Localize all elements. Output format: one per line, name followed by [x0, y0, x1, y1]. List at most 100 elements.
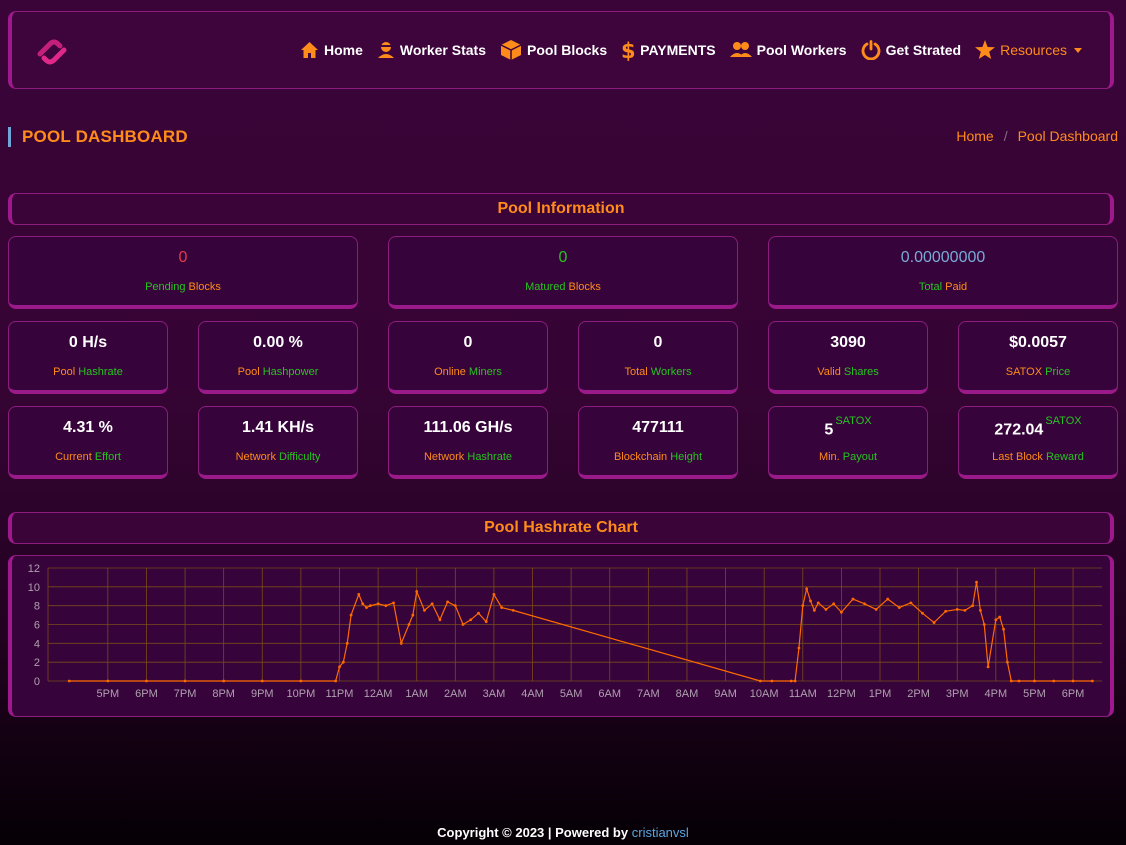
data-point — [392, 601, 395, 605]
nav-worker-stats[interactable]: Worker Stats — [377, 41, 486, 59]
data-point — [955, 608, 959, 611]
currency-unit: SATOX — [1045, 415, 1082, 427]
data-point — [793, 679, 797, 683]
x-tick-label: 5AM — [560, 688, 583, 700]
card-label: Matured Blocks — [525, 281, 601, 293]
data-point — [832, 602, 836, 606]
data-point — [944, 609, 948, 613]
data-point — [1009, 679, 1013, 683]
hashrate-chart-container: 0 2 4 6 8 10 12 5PM 6PM 7PM 8PM 9PM 10PM 11PM 12AM 1AM 2… — [8, 555, 1114, 717]
x-tick-label: 12AM — [364, 688, 393, 700]
svg-text:$: $ — [621, 39, 635, 61]
card-value: 0 — [463, 334, 473, 351]
data-point — [299, 679, 303, 683]
data-point — [824, 608, 828, 611]
y-tick-label: 8 — [34, 601, 40, 613]
card-value: 477111 — [632, 419, 684, 436]
data-point — [812, 608, 816, 612]
data-point — [963, 608, 967, 612]
x-tick-label: 7PM — [174, 688, 197, 700]
data-point — [839, 610, 843, 614]
matured-blocks-card: 0 Matured Blocks — [388, 236, 738, 309]
data-point — [886, 597, 890, 601]
data-point — [384, 604, 388, 608]
footer: Copyright © 2023 | Powered by cristianvs… — [0, 825, 1126, 840]
data-point — [183, 679, 187, 683]
card-label: Total Paid — [918, 281, 968, 293]
data-point — [341, 660, 345, 664]
logo-icon[interactable] — [34, 34, 70, 70]
x-tick-label: 3AM — [483, 688, 506, 700]
data-point — [357, 592, 361, 596]
data-point — [446, 600, 449, 604]
data-point — [411, 613, 415, 617]
card-value: 0 — [558, 249, 568, 266]
nav-resources-dropdown[interactable]: Resources — [975, 40, 1082, 60]
x-tick-label: 11AM — [789, 688, 817, 700]
nav-payments[interactable]: $ PAYMENTS — [621, 39, 715, 61]
card-value: 111.06 GH/s — [423, 419, 513, 436]
data-point — [453, 604, 457, 608]
data-point — [423, 608, 426, 612]
data-point — [415, 590, 419, 593]
data-point — [909, 601, 913, 605]
y-tick-label: 4 — [34, 638, 40, 650]
data-point — [863, 602, 866, 606]
data-point — [789, 679, 793, 683]
breadcrumb-home[interactable]: Home — [956, 128, 993, 144]
users-icon — [729, 42, 752, 57]
data-point — [407, 623, 411, 626]
x-tick-label: 2AM — [444, 688, 467, 700]
data-point — [851, 597, 855, 601]
min-payout-card: 5SATOX Min. Payout — [768, 406, 928, 479]
nav-pool-workers[interactable]: Pool Workers — [729, 41, 847, 59]
last-block-reward-card: 272.04SATOX Last Block Reward — [958, 406, 1118, 479]
nav-home[interactable]: Home — [300, 41, 363, 59]
x-tick-label: 1AM — [405, 688, 428, 700]
x-tick-label: 3PM — [946, 688, 969, 700]
data-point — [809, 599, 812, 603]
x-tick-label: 4PM — [985, 688, 1008, 700]
data-point — [338, 665, 341, 669]
data-point — [932, 621, 936, 625]
data-point — [477, 611, 480, 615]
card-label: Current Effort — [55, 451, 121, 463]
nav-worker-stats-label: Worker Stats — [399, 42, 486, 58]
pool-hashrate-card: 0 H/s Pool Hashrate — [8, 321, 168, 394]
data-point — [921, 611, 924, 615]
x-tick-label: 7AM — [637, 688, 660, 700]
data-point — [1033, 679, 1036, 683]
data-point — [260, 679, 264, 683]
nav-home-label: Home — [323, 42, 363, 58]
pool-information-header: Pool Information — [8, 193, 1114, 225]
card-value: 0 — [653, 334, 663, 351]
data-point — [67, 679, 71, 683]
data-point — [500, 606, 504, 609]
data-point — [874, 608, 878, 611]
data-point — [982, 623, 986, 626]
nav-get-started[interactable]: Get Strated — [861, 40, 961, 60]
hashrate-chart: 0 2 4 6 8 10 12 5PM 6PM 7PM 8PM 9PM 10PM 11PM 12AM 1AM 2… — [28, 563, 1102, 700]
data-point — [461, 623, 465, 626]
x-tick-label: 2PM — [907, 688, 930, 700]
data-point — [349, 613, 353, 617]
data-point — [994, 618, 998, 622]
nav-pool-workers-label: Pool Workers — [756, 42, 847, 58]
data-point — [511, 608, 515, 612]
cube-icon — [500, 40, 522, 60]
currency-unit: SATOX — [835, 415, 872, 427]
card-value: 1.41 KH/s — [241, 419, 315, 436]
data-point — [816, 601, 820, 605]
data-point — [978, 608, 982, 612]
footer-author-link[interactable]: cristianvsl — [632, 825, 689, 840]
x-tick-label: 8AM — [676, 688, 699, 700]
data-point — [998, 615, 1002, 619]
data-point — [797, 646, 801, 650]
data-point — [1002, 627, 1005, 631]
pool-hashpower-card: 0.00 % Pool Hashpower — [198, 321, 358, 394]
x-tick-label: 4AM — [521, 688, 544, 700]
data-point — [986, 665, 990, 669]
y-tick-label: 0 — [34, 676, 40, 688]
footer-text: Copyright © 2023 | Powered by — [437, 825, 629, 840]
nav-pool-blocks[interactable]: Pool Blocks — [500, 39, 607, 61]
